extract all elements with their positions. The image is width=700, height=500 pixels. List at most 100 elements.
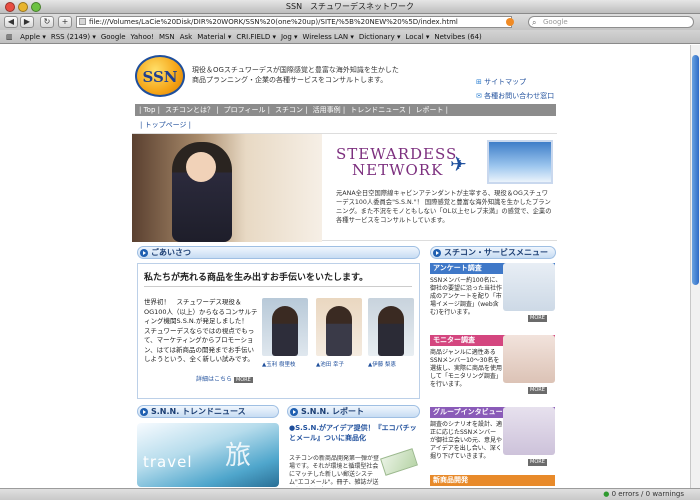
nav-item[interactable]: スチコンとは？ | bbox=[165, 106, 219, 114]
bookmark-item[interactable]: Dictionary ▾ bbox=[359, 30, 401, 43]
services-header: スチコン・サービスメニュー bbox=[430, 246, 556, 259]
browser-window: SSN スチュワーデスネットワーク ◀ ▶ ↻ + file:///Volume… bbox=[0, 0, 700, 500]
nav-item[interactable]: | Top | bbox=[139, 106, 160, 114]
contact-link[interactable]: ✉ 各種お問い合わせ窓口 bbox=[476, 91, 554, 101]
arrow-icon bbox=[290, 408, 298, 416]
bookmark-item[interactable]: Material ▾ bbox=[197, 30, 231, 43]
nav-item[interactable]: 活用事例 | bbox=[313, 106, 346, 114]
bookmark-item[interactable]: Jog ▾ bbox=[281, 30, 298, 43]
reload-button[interactable]: ↻ bbox=[40, 16, 54, 28]
airplane-icon: ✈ bbox=[450, 152, 467, 176]
nav-item[interactable]: レポート | bbox=[415, 106, 448, 114]
greeting-box: 私たちが売れる商品を生み出すお手伝いをいたします。 世界初！ スチュワーデス現役… bbox=[137, 263, 420, 399]
window-title: SSN スチュワーデスネットワーク bbox=[285, 2, 415, 11]
sky-photo bbox=[487, 140, 553, 184]
nav-item[interactable]: プロフィール | bbox=[224, 106, 270, 114]
member-name-3: ▲伊藤 梨恵 bbox=[368, 362, 396, 368]
address-bar[interactable]: file:///Volumes/LaCie%20Disk/DIR%20WORK/… bbox=[76, 16, 512, 28]
service-monitor-more[interactable]: MORE bbox=[528, 387, 547, 394]
scrollbar-thumb[interactable] bbox=[692, 55, 699, 285]
vertical-scrollbar[interactable] bbox=[690, 45, 700, 488]
report-image bbox=[380, 448, 418, 476]
status-bar: ● 0 errors / 0 warnings bbox=[0, 488, 700, 500]
member-name-1: ▲玉利 樹里枝 bbox=[262, 362, 296, 368]
hero-title-line-1: STEWARDESS bbox=[336, 145, 458, 163]
tagline-line-2: 商品プランニング・企業の各種サービスをコンサルトします。 bbox=[192, 76, 388, 84]
forward-button[interactable]: ▶ bbox=[20, 16, 34, 28]
service-group-more[interactable]: MORE bbox=[528, 459, 547, 466]
bookmark-item[interactable]: Wireless LAN ▾ bbox=[303, 30, 354, 43]
trend-image[interactable]: travel 旅 bbox=[137, 423, 279, 487]
hero-title: STEWARDESS NETWORK bbox=[336, 146, 457, 178]
report-header-label: S.N.N. レポート bbox=[301, 407, 365, 416]
member-name-3-label: 伊藤 梨恵 bbox=[372, 362, 396, 368]
report-body: スチコンの新商品開発第一弾が登場です。それが環境と循環型社会にマッチした新しい郵… bbox=[289, 455, 380, 486]
main-nav: | Top | スチコンとは？ | プロフィール | スチコン | 活用事例 | トレンド… bbox=[135, 104, 556, 116]
greeting-more-link[interactable]: 詳細はこちら MORE bbox=[196, 374, 253, 384]
rss-icon[interactable] bbox=[506, 18, 514, 26]
bookmark-item[interactable]: CRI.FIELD ▾ bbox=[236, 30, 276, 43]
member-name-1-label: 玉利 樹里枝 bbox=[266, 362, 296, 368]
bookmark-item[interactable]: Google bbox=[101, 30, 126, 43]
service-monitor-text: 商品ジャンルに適性あるSSNメンバー10〜30名を選抜し、実際に商品を使用して「… bbox=[430, 349, 503, 388]
greeting-more-label: 詳細はこちら bbox=[196, 376, 233, 383]
service-survey-more[interactable]: MORE bbox=[528, 315, 547, 322]
tagline-line-1: 現役＆OGスチュワーデスが国際感覚と豊富な海外知識を生かした bbox=[192, 66, 399, 74]
status-text: 0 errors / 0 warnings bbox=[611, 490, 684, 498]
ssn-logo[interactable]: SSN bbox=[135, 55, 185, 97]
service-monitor-photo bbox=[503, 335, 555, 383]
nav-item[interactable]: トレンドニュース | bbox=[350, 106, 410, 114]
search-icon: ⌕ bbox=[532, 18, 537, 27]
nav-top-page[interactable]: | トップページ | bbox=[140, 120, 191, 130]
service-group-text: 調査のシナリオを設計、適正に応じたSSNメンバーが御社立会いの元、意見やアイデア… bbox=[430, 421, 503, 460]
service-group-photo bbox=[503, 407, 555, 455]
nav-item[interactable]: スチコン | bbox=[275, 106, 308, 114]
hero-description: 元ANA全日空国際線キャビンアテンダントが主宰する、現役＆OGスチュワーデス10… bbox=[336, 190, 552, 224]
bookmark-item[interactable]: Yahoo! bbox=[131, 30, 154, 43]
member-photo-3 bbox=[368, 298, 414, 356]
bookmark-item[interactable]: Local ▾ bbox=[406, 30, 430, 43]
bookmark-item[interactable]: Apple ▾ bbox=[20, 30, 46, 43]
sitemap-label: サイトマップ bbox=[484, 78, 527, 86]
status-ok-icon: ● bbox=[603, 490, 610, 498]
address-text: file:///Volumes/LaCie%20Disk/DIR%20WORK/… bbox=[89, 18, 458, 26]
member-photo-1 bbox=[262, 298, 308, 356]
search-placeholder: Google bbox=[543, 18, 568, 26]
hero-title-line-2: NETWORK bbox=[352, 161, 444, 179]
greeting-divider bbox=[144, 286, 412, 287]
close-window-button[interactable] bbox=[5, 2, 15, 12]
greeting-header: ごあいさつ bbox=[137, 246, 420, 259]
bookmark-item[interactable]: Ask bbox=[180, 30, 193, 43]
logo-text: SSN bbox=[142, 68, 178, 86]
trend-kanji-icon: 旅 bbox=[225, 441, 252, 471]
member-name-2: ▲池田 幸子 bbox=[316, 362, 344, 368]
bookmarks-icon[interactable]: ▥ bbox=[6, 30, 13, 43]
sitemap-link[interactable]: ⊞ サイトマップ bbox=[476, 77, 526, 87]
member-name-2-label: 池田 幸子 bbox=[320, 362, 344, 368]
search-input[interactable]: ⌕ Google bbox=[528, 16, 694, 28]
member-1-figure bbox=[272, 306, 298, 356]
contact-label: 各種お問い合わせ窓口 bbox=[484, 92, 555, 100]
trend-header: S.N.N. トレンドニュース bbox=[137, 405, 279, 418]
add-bookmark-button[interactable]: + bbox=[58, 16, 72, 28]
sitemap-icon: ⊞ bbox=[476, 78, 482, 86]
service-product-title[interactable]: 新商品開発 bbox=[430, 475, 555, 486]
arrow-icon bbox=[140, 249, 148, 257]
stewardess-face bbox=[186, 152, 216, 182]
report-title[interactable]: ●S.S.N.がアイデア提供！『エコバチッとメール』ついに商品化 bbox=[289, 423, 417, 443]
service-survey-text: SSNメンバー約100名に、御社の要望に沿った当社作成のアンケートを配り「市場イ… bbox=[430, 277, 503, 316]
zoom-window-button[interactable] bbox=[31, 2, 41, 12]
minimize-window-button[interactable] bbox=[18, 2, 28, 12]
title-bar: SSN スチュワーデスネットワーク bbox=[0, 0, 700, 14]
greeting-body: 世界初！ スチュワーデス現役＆OG100人（以上）からなるコンサルティング機関S… bbox=[144, 298, 258, 363]
member-2-figure bbox=[326, 306, 352, 356]
trend-image-text: travel bbox=[143, 453, 193, 471]
web-page: SSN 現役＆OGスチュワーデスが国際感覚と豊富な海外知識を生かした 商品プラン… bbox=[0, 45, 690, 488]
arrow-icon bbox=[433, 249, 441, 257]
back-button[interactable]: ◀ bbox=[4, 16, 18, 28]
greeting-header-label: ごあいさつ bbox=[151, 248, 191, 257]
bookmark-item[interactable]: MSN bbox=[159, 30, 175, 43]
bookmark-item[interactable]: Netvibes (64) bbox=[434, 30, 481, 43]
bookmark-item[interactable]: RSS (2149) ▾ bbox=[51, 30, 96, 43]
mail-icon: ✉ bbox=[476, 92, 482, 100]
